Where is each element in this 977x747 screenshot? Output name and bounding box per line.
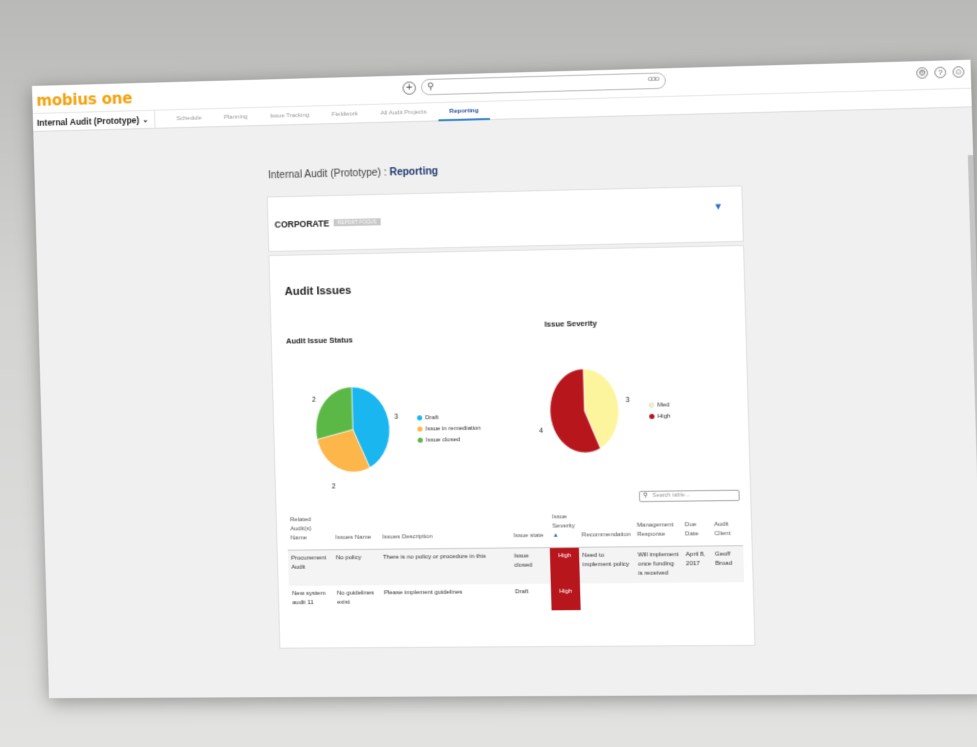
pie-label-remediation: 2 [331,483,336,491]
legend-item-high: High [649,411,671,423]
tab-reporting[interactable]: Reporting [437,101,491,121]
cell-description: Please implement guidelines [383,589,463,597]
breadcrumb: Internal Audit (Prototype) : Reporting [268,166,438,181]
audit-issues-title: Audit Issues [284,284,352,299]
pie-label-med: 3 [625,396,630,405]
legend-item-closed: Issue closed [417,434,482,446]
legend-label: Issue in remediation [425,425,481,432]
cell-severity: High [550,583,581,611]
column-header[interactable]: Issues Name [331,513,380,550]
chevron-down-icon: ⌄ [142,116,149,124]
audit-issues-card: Audit Issues Audit Issue Status 3 2 2 Dr… [268,244,756,649]
more-options-icon[interactable]: ooo [647,74,658,84]
cell-audit: New system audit 11 [292,590,326,607]
report-focus-badge: REPORT FOCUS [333,218,381,227]
pie-label-high: 4 [539,427,544,435]
legend-swatch [417,426,423,432]
legend-item-draft: Draft [416,411,481,423]
column-header-sorted[interactable]: Issue Severity ▲ [548,511,579,548]
legend-swatch [648,402,655,408]
cell-state: Draft [514,589,529,596]
main-content: Internal Audit (Prototype) : Reporting C… [33,107,977,698]
filter-icon[interactable]: ▼ [713,201,723,211]
legend-swatch [417,437,423,443]
table-row[interactable]: New system audit 11 No guidelines exist … [289,582,745,612]
column-label: Issue Severity [552,514,576,530]
severity-chart-title: Issue Severity [544,318,598,329]
cell-state: Issue closed [510,547,551,585]
legend-swatch [416,415,423,421]
settings-icon[interactable]: ⚙ [916,67,929,79]
column-header[interactable]: Issues Description [378,511,511,550]
table-search-placeholder: Search table... [652,492,690,499]
table-search-input[interactable]: ⚲ Search table... [638,489,740,503]
column-header[interactable]: Due Date [681,509,712,547]
cell-recommendation [580,583,636,610]
status-chart-title: Audit Issue Status [285,335,353,346]
status-chart-legend: Draft Issue in remediation Issue closed [416,411,482,446]
severity-pie-chart [548,367,621,454]
legend-label: Med [657,401,670,409]
column-header[interactable]: Management Response [633,509,683,547]
column-header[interactable]: Audit Client [710,509,744,546]
cell-name: No guidelines exist [336,590,375,606]
legend-label: Issue closed [425,436,461,444]
corporate-title: CORPORATE [274,218,330,230]
cell-due [683,582,713,609]
app-logo[interactable]: mobius one [36,89,132,110]
tab-planning[interactable]: Planning [213,107,259,126]
pie-label-draft: 3 [394,413,399,421]
cell-severity: High [549,547,581,584]
breadcrumb-parent[interactable]: Internal Audit (Prototype) [268,167,381,181]
project-name: Internal Audit (Prototype) [36,114,140,128]
global-search-input[interactable]: ⚲ ooo [420,72,667,96]
table-header-row: Related Audit(s) Name Issues Name Issues… [286,509,744,551]
user-icon[interactable]: ☺ [952,66,965,78]
breadcrumb-separator: : [380,167,390,179]
cell-recommendation: Need to implement policy [578,546,636,584]
column-header[interactable]: Issue state [509,511,550,548]
legend-label: Draft [425,414,439,421]
severity-chart-legend: Med High [648,399,671,423]
cell-client [713,582,745,609]
page-scrollbar[interactable] [967,155,977,695]
cell-client: Geoff Broad [711,545,745,583]
tab-issue-tracking[interactable]: Issue Tracking [258,106,320,126]
cell-description: There is no policy or procedure in this [379,547,512,586]
tab-fieldwork[interactable]: Fieldwork [320,104,369,124]
top-icon-group: ⚙ ? ☺ [916,66,965,79]
search-icon: ⚲ [643,492,648,500]
issues-table: Related Audit(s) Name Issues Name Issues… [286,509,745,612]
search-icon: ⚲ [427,80,435,92]
sort-indicator-icon: ▲ [552,532,559,539]
pie-label-closed: 2 [312,396,316,404]
cell-audit: Procurement Audit [287,549,334,587]
cell-response [635,583,684,610]
corporate-card: CORPORATE REPORT FOCUS ▼ [266,185,744,253]
tab-schedule[interactable]: Schedule [165,109,213,128]
status-pie-chart [314,385,392,473]
cell-response: Will implement once funding is received [634,546,684,584]
add-icon[interactable]: + [402,81,417,95]
column-header[interactable]: Related Audit(s) Name [286,513,333,551]
legend-item-med: Med [648,399,671,411]
legend-item-remediation: Issue in remediation [417,423,481,435]
breadcrumb-current: Reporting [389,166,439,179]
legend-label: High [657,413,671,420]
cell-due: April 8, 2017 [682,545,713,583]
help-icon[interactable]: ? [934,66,947,79]
tab-all-audit-projects[interactable]: All Audit Projects [369,103,438,123]
column-header[interactable]: Recommendation [577,510,635,548]
table-row[interactable]: Procurement Audit No policy There is no … [287,545,745,587]
app-window: mobius one + ⚲ ooo ⚙ ? ☺ Internal Audit … [32,59,977,699]
legend-swatch [649,413,655,420]
cell-name: No policy [332,549,381,586]
